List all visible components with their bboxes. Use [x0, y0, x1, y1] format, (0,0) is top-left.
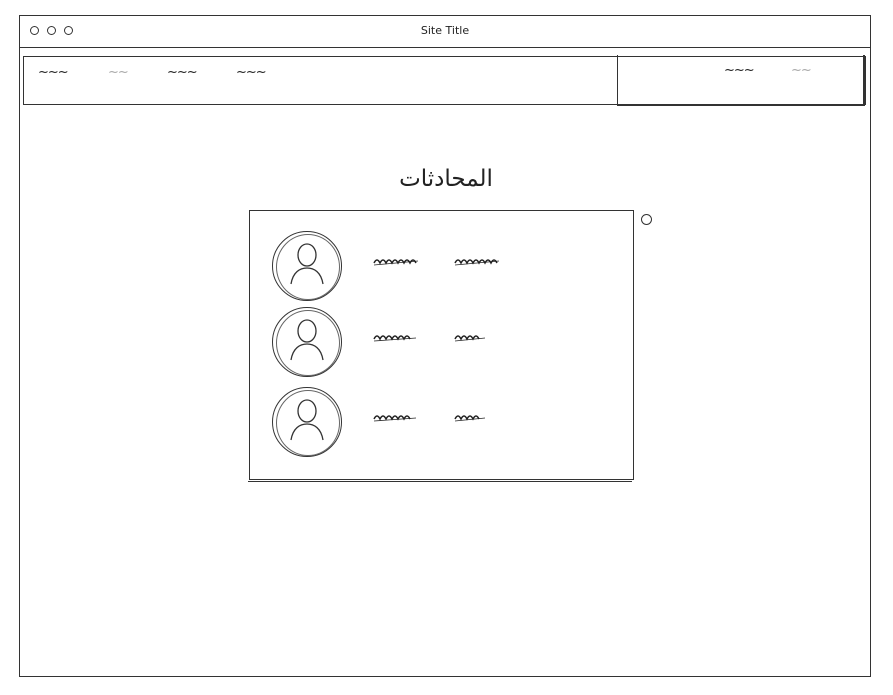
user-avatar-icon — [272, 307, 342, 377]
title-bar: Site Title — [20, 16, 870, 48]
site-title: Site Title — [420, 24, 470, 37]
nav-bar: ~~~ ~~ ~~~ ~~~ ~~~ ~~ — [23, 55, 866, 106]
conversation-name-scribble — [373, 259, 500, 266]
nav-link-4[interactable]: ~~~ — [236, 65, 267, 80]
page-heading: المحادثات — [399, 166, 493, 192]
radio-button[interactable] — [641, 214, 652, 225]
nav-link-1[interactable]: ~~~ — [38, 65, 69, 80]
conversation-name-scribble — [373, 415, 486, 422]
conversation-item-1[interactable] — [272, 231, 612, 303]
user-avatar-icon — [272, 231, 342, 301]
nav-right-link-2[interactable]: ~~ — [791, 63, 812, 78]
nav-link-3[interactable]: ~~~ — [167, 65, 198, 80]
nav-right-group: ~~~ ~~ — [617, 55, 865, 106]
nav-link-2[interactable]: ~~ — [108, 65, 129, 80]
conversation-name-scribble — [373, 335, 486, 342]
nav-right-link-1[interactable]: ~~~ — [724, 63, 755, 78]
user-avatar-icon — [272, 387, 342, 457]
browser-window: Site Title ~~~ ~~ ~~~ ~~~ ~~~ ~~ المحادث… — [19, 15, 871, 677]
conversation-list — [248, 210, 634, 482]
conversation-item-2[interactable] — [272, 307, 612, 379]
conversation-item-3[interactable] — [272, 387, 612, 459]
